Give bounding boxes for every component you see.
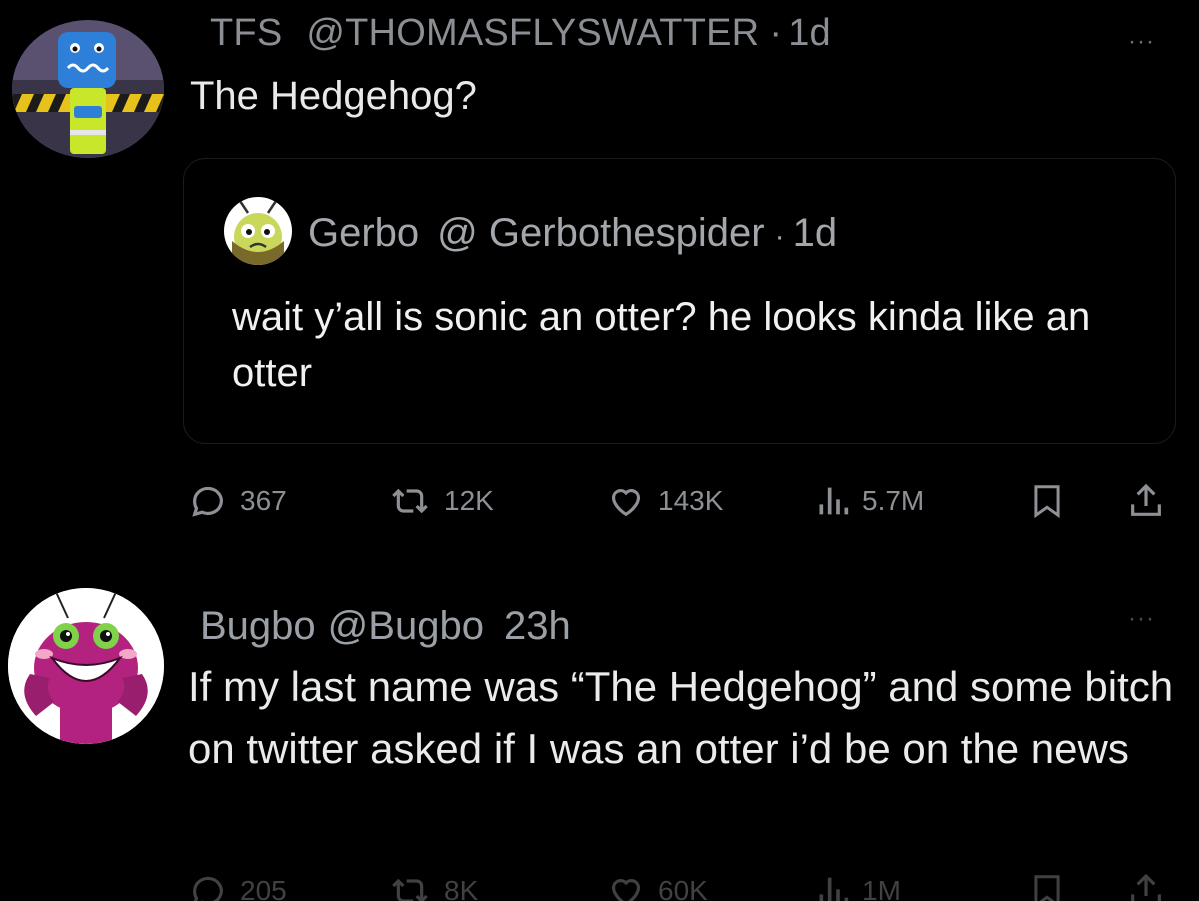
reply-count: 205 — [240, 875, 287, 901]
heart-icon — [611, 489, 641, 517]
bookmark-icon — [1034, 875, 1060, 901]
views-count: 1M — [862, 875, 901, 901]
reply-button[interactable]: 367 — [188, 478, 287, 524]
quoted-timestamp[interactable]: 1d — [793, 211, 838, 256]
reply-icon — [193, 876, 223, 901]
tweet-text: If my last name was “The Hedgehog” and s… — [188, 663, 1174, 772]
bookmark-icon — [1034, 485, 1060, 519]
views-button[interactable]: 1M — [816, 868, 901, 901]
repost-count: 12K — [444, 485, 494, 516]
like-button[interactable]: 60K — [606, 868, 708, 901]
timestamp[interactable]: 23h — [504, 604, 571, 649]
repost-button[interactable]: 12K — [388, 478, 494, 524]
share-icon — [1131, 873, 1161, 901]
like-count: 143K — [658, 485, 724, 516]
tweet-text: The Hedgehog? — [190, 74, 477, 118]
user-handle[interactable]: @THOMASFLYSWATTER — [306, 12, 759, 55]
like-button[interactable]: 143K — [606, 478, 723, 524]
heart-icon — [611, 879, 641, 901]
avatar-gerbo[interactable] — [224, 197, 292, 265]
quoted-tweet-header: Gerbo @ Gerbothespider · 1d — [308, 211, 837, 256]
bookmark-button[interactable] — [1028, 868, 1066, 901]
quoted-user-handle[interactable]: @ Gerbothespider — [437, 211, 764, 256]
separator-dot: · — [774, 220, 785, 253]
user-handle[interactable]: @Bugbo — [328, 604, 484, 649]
reply-count: 367 — [240, 485, 287, 516]
timestamp[interactable]: 1d — [788, 12, 831, 55]
repost-count: 8K — [444, 875, 479, 901]
quoted-tweet-text: wait y’all is sonic an otter? he looks k… — [232, 295, 1091, 395]
tweet-actions: 367 12K 143K 5.7M — [188, 478, 1178, 524]
like-count: 60K — [658, 875, 708, 901]
repost-icon — [392, 488, 428, 514]
more-options-icon[interactable]: ··· — [1128, 605, 1155, 633]
views-icon — [819, 877, 849, 901]
quoted-tweet-card[interactable]: Gerbo @ Gerbothespider · 1d wait y’all i… — [183, 158, 1176, 444]
share-button[interactable] — [1126, 868, 1166, 901]
reply-icon — [192, 486, 223, 517]
share-button[interactable] — [1126, 478, 1166, 524]
bookmark-button[interactable] — [1028, 478, 1066, 524]
reply-button[interactable]: 205 — [188, 868, 287, 901]
tweet-actions: 205 8K 60K 1M — [188, 868, 1178, 901]
repost-button[interactable]: 8K — [388, 868, 478, 901]
repost-icon — [392, 878, 428, 901]
avatar-bugbo[interactable] — [8, 588, 164, 744]
more-options-icon[interactable]: ··· — [1128, 28, 1155, 56]
tweet-header: Bugbo @Bugbo 23h — [200, 604, 571, 649]
tweet-header: TFS @THOMASFLYSWATTER · 1d — [210, 12, 831, 60]
quoted-display-name[interactable]: Gerbo — [308, 211, 419, 256]
views-icon — [819, 487, 849, 515]
display-name[interactable]: TFS — [210, 12, 282, 55]
views-count: 5.7M — [862, 485, 925, 516]
separator-dot: · — [769, 12, 783, 54]
display-name[interactable]: Bugbo — [200, 604, 316, 649]
avatar-tfs[interactable] — [12, 20, 164, 158]
views-button[interactable]: 5.7M — [816, 478, 924, 524]
share-icon — [1131, 483, 1161, 516]
